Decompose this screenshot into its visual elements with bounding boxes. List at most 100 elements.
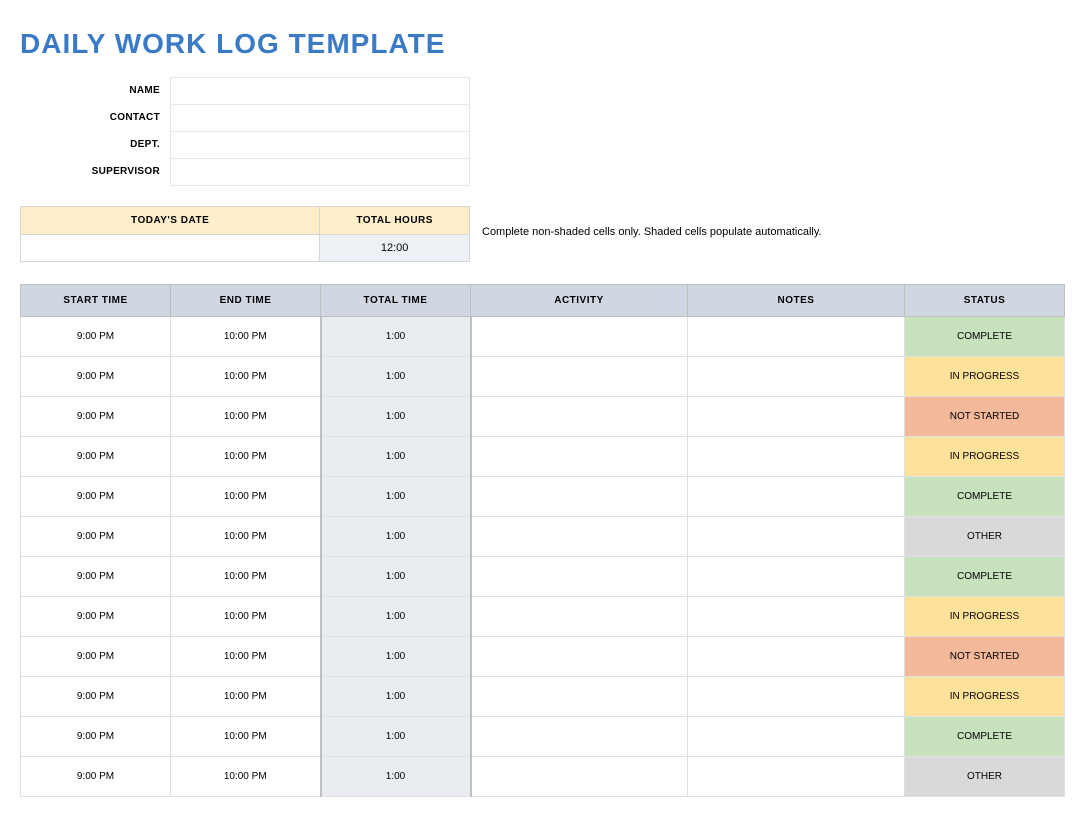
table-row: 9:00 PM10:00 PM1:00 COMPLETE (21, 557, 1065, 597)
total-hours-value: 12:00 (320, 235, 470, 262)
supervisor-label: SUPERVISOR (20, 159, 170, 186)
end-time-cell[interactable]: 10:00 PM (171, 317, 321, 357)
start-time-cell[interactable]: 9:00 PM (21, 637, 171, 677)
status-cell[interactable]: IN PROGRESS (905, 597, 1065, 637)
total-time-cell: 1:00 (321, 757, 471, 797)
start-time-cell[interactable]: 9:00 PM (21, 477, 171, 517)
activity-cell[interactable] (471, 397, 688, 437)
total-time-cell: 1:00 (321, 557, 471, 597)
end-time-cell[interactable]: 10:00 PM (171, 637, 321, 677)
notes-cell[interactable] (688, 557, 905, 597)
total-time-cell: 1:00 (321, 477, 471, 517)
start-time-cell[interactable]: 9:00 PM (21, 557, 171, 597)
start-time-cell[interactable]: 9:00 PM (21, 397, 171, 437)
start-time-cell[interactable]: 9:00 PM (21, 677, 171, 717)
end-time-cell[interactable]: 10:00 PM (171, 717, 321, 757)
status-cell[interactable]: OTHER (905, 757, 1065, 797)
start-time-cell[interactable]: 9:00 PM (21, 517, 171, 557)
helper-text: Complete non-shaded cells only. Shaded c… (482, 206, 822, 238)
supervisor-input[interactable] (170, 158, 470, 186)
dept-label: DEPT. (20, 132, 170, 159)
table-row: 9:00 PM10:00 PM1:00 IN PROGRESS (21, 357, 1065, 397)
total-time-cell: 1:00 (321, 397, 471, 437)
table-row: 9:00 PM10:00 PM1:00 IN PROGRESS (21, 437, 1065, 477)
status-cell[interactable]: COMPLETE (905, 717, 1065, 757)
name-label: NAME (20, 78, 170, 105)
table-row: 9:00 PM10:00 PM1:00 COMPLETE (21, 477, 1065, 517)
total-time-cell: 1:00 (321, 317, 471, 357)
table-row: 9:00 PM10:00 PM1:00 NOT STARTED (21, 397, 1065, 437)
table-row: 9:00 PM10:00 PM1:00IN PROGRESS (21, 677, 1065, 717)
end-time-cell[interactable]: 10:00 PM (171, 757, 321, 797)
table-row: 9:00 PM10:00 PM1:00 COMPLETE (21, 717, 1065, 757)
end-time-cell[interactable]: 10:00 PM (171, 397, 321, 437)
status-cell[interactable]: COMPLETE (905, 477, 1065, 517)
col-end-time: END TIME (171, 285, 321, 317)
status-cell[interactable]: IN PROGRESS (905, 437, 1065, 477)
total-time-cell: 1:00 (321, 717, 471, 757)
status-cell[interactable]: NOT STARTED (905, 637, 1065, 677)
notes-cell[interactable] (688, 517, 905, 557)
notes-cell[interactable] (688, 357, 905, 397)
table-row: 9:00 PM10:00 PM1:00NOT STARTED (21, 637, 1065, 677)
col-activity: ACTIVITY (471, 285, 688, 317)
name-input[interactable] (170, 77, 470, 105)
today-date-header: TODAY'S DATE (21, 207, 320, 235)
notes-cell[interactable] (688, 397, 905, 437)
notes-cell[interactable] (688, 717, 905, 757)
summary-table: TODAY'S DATE TOTAL HOURS 12:00 (20, 206, 470, 262)
table-row: 9:00 PM10:00 PM1:00OTHER (21, 517, 1065, 557)
start-time-cell[interactable]: 9:00 PM (21, 437, 171, 477)
status-cell[interactable]: COMPLETE (905, 557, 1065, 597)
status-cell[interactable]: NOT STARTED (905, 397, 1065, 437)
status-cell[interactable]: COMPLETE (905, 317, 1065, 357)
activity-cell[interactable] (471, 637, 688, 677)
activity-cell[interactable] (471, 557, 688, 597)
notes-cell[interactable] (688, 597, 905, 637)
total-time-cell: 1:00 (321, 437, 471, 477)
table-row: 9:00 PM10:00 PM1:00 IN PROGRESS (21, 597, 1065, 637)
log-table: START TIME END TIME TOTAL TIME ACTIVITY … (20, 284, 1065, 797)
end-time-cell[interactable]: 10:00 PM (171, 357, 321, 397)
notes-cell[interactable] (688, 437, 905, 477)
total-time-cell: 1:00 (321, 357, 471, 397)
activity-cell[interactable] (471, 437, 688, 477)
activity-cell[interactable] (471, 477, 688, 517)
activity-cell[interactable] (471, 757, 688, 797)
col-total-time: TOTAL TIME (321, 285, 471, 317)
activity-cell[interactable] (471, 597, 688, 637)
total-hours-header: TOTAL HOURS (320, 207, 470, 235)
start-time-cell[interactable]: 9:00 PM (21, 317, 171, 357)
status-cell[interactable]: IN PROGRESS (905, 357, 1065, 397)
end-time-cell[interactable]: 10:00 PM (171, 677, 321, 717)
page-title: DAILY WORK LOG TEMPLATE (20, 28, 1065, 60)
end-time-cell[interactable]: 10:00 PM (171, 597, 321, 637)
start-time-cell[interactable]: 9:00 PM (21, 757, 171, 797)
start-time-cell[interactable]: 9:00 PM (21, 597, 171, 637)
notes-cell[interactable] (688, 677, 905, 717)
activity-cell[interactable] (471, 357, 688, 397)
col-start-time: START TIME (21, 285, 171, 317)
col-notes: NOTES (688, 285, 905, 317)
activity-cell[interactable] (471, 517, 688, 557)
status-cell[interactable]: OTHER (905, 517, 1065, 557)
end-time-cell[interactable]: 10:00 PM (171, 517, 321, 557)
col-status: STATUS (905, 285, 1065, 317)
activity-cell[interactable] (471, 717, 688, 757)
end-time-cell[interactable]: 10:00 PM (171, 557, 321, 597)
activity-cell[interactable] (471, 317, 688, 357)
end-time-cell[interactable]: 10:00 PM (171, 437, 321, 477)
status-cell[interactable]: IN PROGRESS (905, 677, 1065, 717)
contact-input[interactable] (170, 104, 470, 132)
notes-cell[interactable] (688, 477, 905, 517)
today-date-input[interactable] (21, 235, 320, 262)
dept-input[interactable] (170, 131, 470, 159)
start-time-cell[interactable]: 9:00 PM (21, 357, 171, 397)
activity-cell[interactable] (471, 677, 688, 717)
start-time-cell[interactable]: 9:00 PM (21, 717, 171, 757)
notes-cell[interactable] (688, 757, 905, 797)
notes-cell[interactable] (688, 317, 905, 357)
notes-cell[interactable] (688, 637, 905, 677)
end-time-cell[interactable]: 10:00 PM (171, 477, 321, 517)
total-time-cell: 1:00 (321, 597, 471, 637)
